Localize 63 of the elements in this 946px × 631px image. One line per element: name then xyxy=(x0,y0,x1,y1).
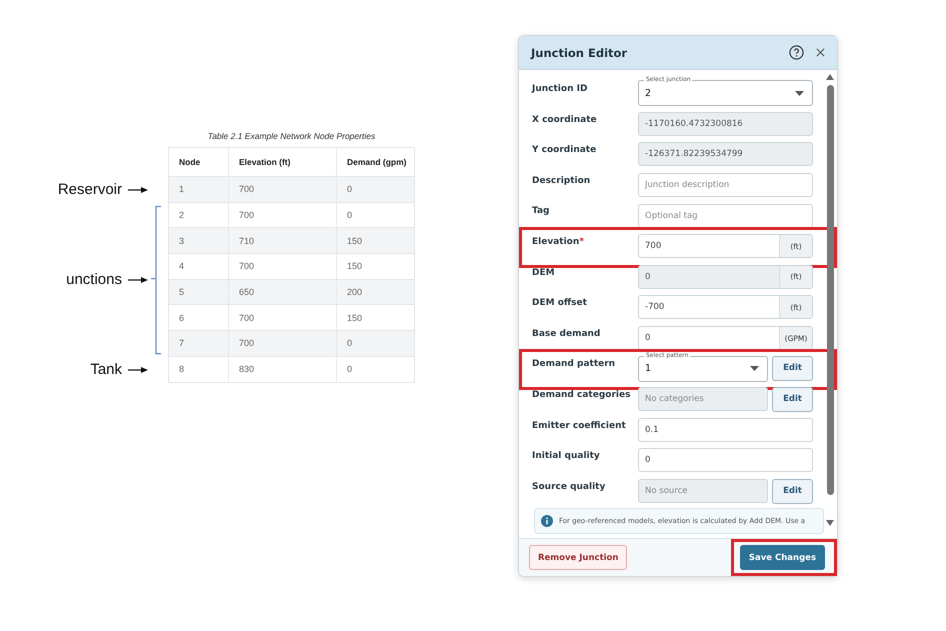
table-cell: 700 xyxy=(229,202,337,228)
field-label: Initial quality xyxy=(532,450,601,462)
input-field[interactable]: Junction description xyxy=(638,173,813,198)
column-header: Elevation (ft) xyxy=(229,148,337,176)
table-cell-text: 0 xyxy=(346,209,354,222)
table-cell-text: 0 xyxy=(346,183,354,196)
caret-icon xyxy=(795,90,804,96)
field-label: X coordinate xyxy=(532,114,598,125)
arrow-icon xyxy=(128,366,148,374)
field-label: Base demand xyxy=(532,328,602,339)
table-cell-text: 0 xyxy=(346,337,354,350)
table-cell: 700 xyxy=(229,305,337,330)
input-field[interactable]: Optional tag xyxy=(638,204,813,228)
table-cell: 3 xyxy=(169,228,229,254)
table-cell-text: 150 xyxy=(346,260,364,274)
table-cell: 1 xyxy=(169,177,229,202)
field-label: Emitter coefficient xyxy=(532,420,627,431)
scroll-down-icon[interactable] xyxy=(826,520,834,526)
annotation-label: Reservoir xyxy=(58,181,122,198)
help-icon[interactable] xyxy=(789,45,804,60)
field-label: Y coordinate xyxy=(532,144,598,156)
save-button[interactable]: Save Changes xyxy=(740,545,825,570)
table-cell: 700 xyxy=(229,331,337,356)
remove-button[interactable]: Remove Junction xyxy=(529,545,628,570)
table-cell: 6 xyxy=(169,305,229,330)
arrow-icon xyxy=(128,276,148,284)
caret-icon xyxy=(750,366,759,372)
field-label: Description xyxy=(532,174,592,186)
table-cell: 830 xyxy=(229,356,337,382)
column-header: Node xyxy=(169,148,229,176)
edit-button[interactable]: Edit xyxy=(772,356,813,381)
table-cell-text: 150 xyxy=(346,312,364,325)
annotation-label: unctions xyxy=(66,271,122,288)
dialog-title: Junction Editor xyxy=(531,46,628,60)
table-cell: 2 xyxy=(169,202,229,228)
table-cell: 650 xyxy=(229,280,337,304)
field-label: DEM offset xyxy=(532,297,588,308)
table-cell: 8 xyxy=(169,356,229,382)
table-cell: 710 xyxy=(229,228,337,254)
scroll-up-icon[interactable] xyxy=(826,74,834,80)
table-cell: 700 xyxy=(229,177,337,202)
info-icon xyxy=(541,515,553,528)
close-icon[interactable] xyxy=(816,48,825,57)
field-label: Demand categories xyxy=(532,388,632,400)
table-cell: 7 xyxy=(169,331,229,356)
field-label: Source quality xyxy=(532,480,606,492)
table-cell-text: 0 xyxy=(346,363,354,376)
field-label: DEM xyxy=(532,266,556,278)
input-field[interactable]: 0 xyxy=(638,448,813,472)
table-cell: 700 xyxy=(229,254,337,279)
field-label: Tag xyxy=(532,205,550,216)
field-label: Junction ID xyxy=(532,83,588,94)
column-header: Demand (gpm) xyxy=(346,156,408,169)
table-caption: Table 2.1 Example Network Node Properties xyxy=(206,131,376,141)
table-cell: 4 xyxy=(169,254,229,279)
arrow-icon xyxy=(128,186,148,194)
table-cell-text: 150 xyxy=(346,234,364,248)
field-label: Demand pattern xyxy=(532,358,616,370)
table-cell: 5 xyxy=(169,280,229,304)
table-cell-text: 200 xyxy=(346,286,364,300)
annotation-label: Tank xyxy=(90,361,122,378)
field-label: Elevation* xyxy=(532,236,585,247)
input-field[interactable]: 0.1 xyxy=(638,418,813,442)
